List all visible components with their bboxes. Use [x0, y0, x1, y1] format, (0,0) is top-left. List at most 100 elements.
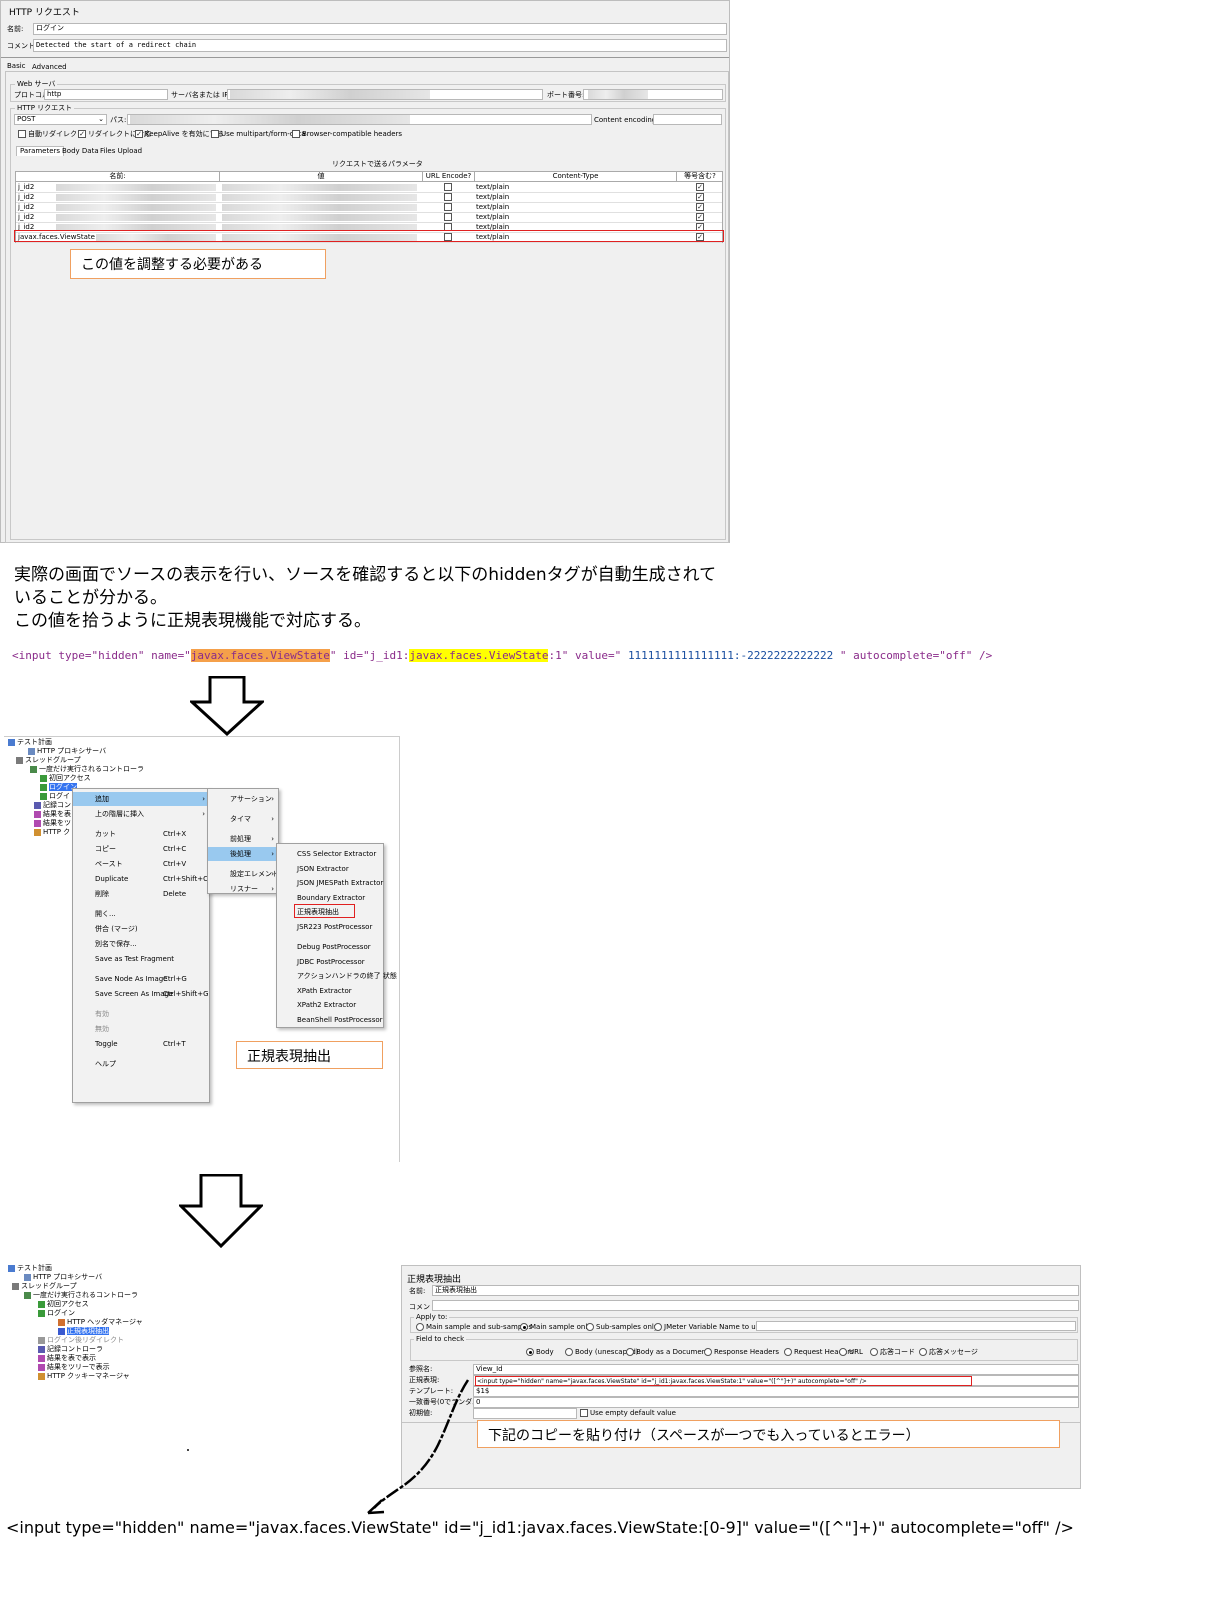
tree-item[interactable]: HTTP プロキシサーバ [28, 747, 106, 756]
context-menu-item[interactable]: 上の階層に挿入 › [73, 807, 209, 821]
port-field[interactable] [583, 89, 723, 100]
use-empty-default[interactable]: Use empty default value [580, 1409, 676, 1418]
checkbox[interactable] [211, 130, 219, 138]
regex-name-field[interactable]: 正規表現抽出 [432, 1285, 1079, 1296]
tree-item[interactable]: スレッドグループ [16, 756, 81, 765]
tree-item[interactable]: 一度だけ実行されるコントローラ [30, 765, 144, 774]
tree-item[interactable]: スレッドグループ [12, 1282, 77, 1291]
context-menu-item[interactable]: コピー Ctrl+C [73, 842, 209, 856]
tree-item[interactable]: ログイン後リダイレクト [38, 1336, 124, 1345]
tree-item[interactable]: テスト計画 [8, 738, 52, 747]
submenu-item[interactable]: 後処理 › [208, 847, 278, 861]
tree-item[interactable]: テスト計画 [8, 1264, 52, 1273]
checkbox[interactable] [18, 130, 26, 138]
tree-item[interactable]: ログイ [40, 792, 70, 801]
field-option[interactable]: Response Headers [704, 1348, 779, 1357]
tab-body-data[interactable]: Body Data [62, 147, 99, 156]
postprocessor-item[interactable]: JSR223 PostProcessor [277, 920, 383, 934]
tree-item[interactable]: HTTP プロキシサーバ [24, 1273, 102, 1282]
postprocessor-item[interactable]: アクションハンドラの終了 状態 [277, 969, 397, 983]
field-option[interactable]: 応答コード [870, 1348, 915, 1357]
include-equals-checkbox[interactable] [696, 193, 704, 201]
context-menu-item[interactable]: Save as Test Fragment [73, 952, 209, 966]
tree-item[interactable]: 初回アクセス [40, 774, 91, 783]
tree-item[interactable]: HTTP ク [34, 828, 70, 837]
context-menu-item[interactable]: 開く... [73, 907, 209, 921]
context-menu-item[interactable]: 別名で保存... [73, 937, 209, 951]
field-option[interactable]: 応答メッセージ [919, 1348, 978, 1357]
tree-item[interactable]: 記録コントローラ [38, 1345, 103, 1354]
url-encode-checkbox[interactable] [444, 183, 452, 191]
tree-item[interactable]: 記録コン [34, 801, 71, 810]
url-encode-checkbox[interactable] [444, 193, 452, 201]
match-number-field[interactable]: 0 [473, 1397, 1079, 1408]
tab-basic[interactable]: Basic [7, 62, 26, 71]
checkbox[interactable] [135, 130, 143, 138]
table-row[interactable]: j_id2 text/plain [16, 203, 722, 213]
tree-item[interactable]: 結果をツリーで表示 [38, 1363, 110, 1372]
jmeter-variable-field[interactable] [756, 1321, 1076, 1331]
tree-item[interactable]: 結果を表で表示 [38, 1354, 96, 1363]
tree-item[interactable]: 一度だけ実行されるコントローラ [24, 1291, 138, 1300]
tab-files-upload[interactable]: Files Upload [100, 147, 142, 156]
context-menu-item[interactable]: Toggle Ctrl+T [73, 1037, 209, 1051]
tree-item[interactable]: ログイン [38, 1309, 75, 1318]
context-menu-item[interactable]: 併合 (マージ) [73, 922, 209, 936]
comment-field[interactable]: Detected the start of a redirect chain [33, 39, 727, 52]
url-encode-checkbox[interactable] [444, 203, 452, 211]
postprocessor-item[interactable]: BeanShell PostProcessor [277, 1013, 383, 1027]
template-field[interactable]: $1$ [473, 1386, 1079, 1397]
apply-main-only[interactable]: Main sample only [520, 1323, 591, 1332]
url-encode-checkbox[interactable] [444, 213, 452, 221]
submenu-item[interactable]: 設定エレメント › [208, 867, 279, 881]
postprocessor-item[interactable]: XPath Extractor [277, 984, 383, 998]
server-field[interactable] [227, 89, 543, 100]
context-menu-item[interactable]: 削除 Delete [73, 887, 209, 901]
postprocessor-item[interactable]: JSON Extractor [277, 862, 383, 876]
tree-item[interactable]: HTTP クッキーマネージャ [38, 1372, 130, 1381]
table-row[interactable]: j_id2 text/plain [16, 183, 722, 193]
content-encoding-field[interactable] [653, 114, 722, 125]
field-option[interactable]: Body [526, 1348, 554, 1357]
include-equals-checkbox[interactable] [696, 203, 704, 211]
submenu-item[interactable]: タイマ › [208, 812, 278, 826]
path-field[interactable] [127, 114, 592, 125]
context-menu-item[interactable]: Save Node As Image Ctrl+G [73, 972, 209, 986]
tree-item[interactable]: HTTP ヘッダマネージャ [58, 1318, 143, 1327]
context-menu-item[interactable]: Duplicate Ctrl+Shift+C [73, 872, 209, 886]
include-equals-checkbox[interactable] [696, 213, 704, 221]
option-auto-redirect[interactable]: 自動リダイレクト [18, 130, 84, 139]
protocol-field[interactable]: http [44, 89, 168, 100]
postprocessor-item[interactable]: Debug PostProcessor [277, 940, 383, 954]
postprocessor-item[interactable]: JDBC PostProcessor [277, 955, 383, 969]
regex-comment-field[interactable] [432, 1300, 1079, 1311]
context-menu-item[interactable]: 無効 [73, 1022, 209, 1036]
table-row[interactable]: j_id2 text/plain [16, 193, 722, 203]
tree-item[interactable]: 正規表現抽出 [58, 1327, 109, 1336]
ref-name-field[interactable]: View_Id [473, 1364, 1079, 1375]
apply-jmeter-variable[interactable]: JMeter Variable Name to use [654, 1323, 764, 1332]
context-menu-item[interactable]: ペースト Ctrl+V [73, 857, 209, 871]
method-select[interactable]: POST ⌄ [14, 114, 107, 125]
context-menu-item[interactable]: 追加 › [73, 792, 209, 806]
field-option[interactable]: Body as a Document [626, 1348, 709, 1357]
apply-main-and-sub[interactable]: Main sample and sub-samples [416, 1323, 532, 1332]
postprocessor-item[interactable]: JSON JMESPath Extractor [277, 876, 383, 890]
tree-item[interactable]: 結果をツ [34, 819, 71, 828]
default-value-field[interactable] [473, 1408, 577, 1419]
postprocessor-item[interactable]: CSS Selector Extractor [277, 847, 383, 861]
submenu-item[interactable]: アサーション › [208, 792, 278, 806]
submenu-item[interactable]: リスナー › [208, 882, 278, 896]
checkbox[interactable] [78, 130, 86, 138]
context-menu-item[interactable]: カット Ctrl+X [73, 827, 209, 841]
name-field[interactable]: ログイン [33, 23, 727, 35]
checkbox[interactable] [292, 130, 300, 138]
apply-sub-only[interactable]: Sub-samples only [586, 1323, 658, 1332]
tree-item[interactable]: 結果を表 [34, 810, 71, 819]
tab-parameters[interactable]: Parameters [16, 146, 65, 156]
postprocessor-item[interactable]: XPath2 Extractor [277, 998, 383, 1012]
postprocessor-item[interactable]: Boundary Extractor [277, 891, 383, 905]
field-option[interactable]: URL [839, 1348, 863, 1357]
table-row[interactable]: j_id2 text/plain [16, 213, 722, 223]
submenu-item[interactable]: 前処理 › [208, 832, 278, 846]
